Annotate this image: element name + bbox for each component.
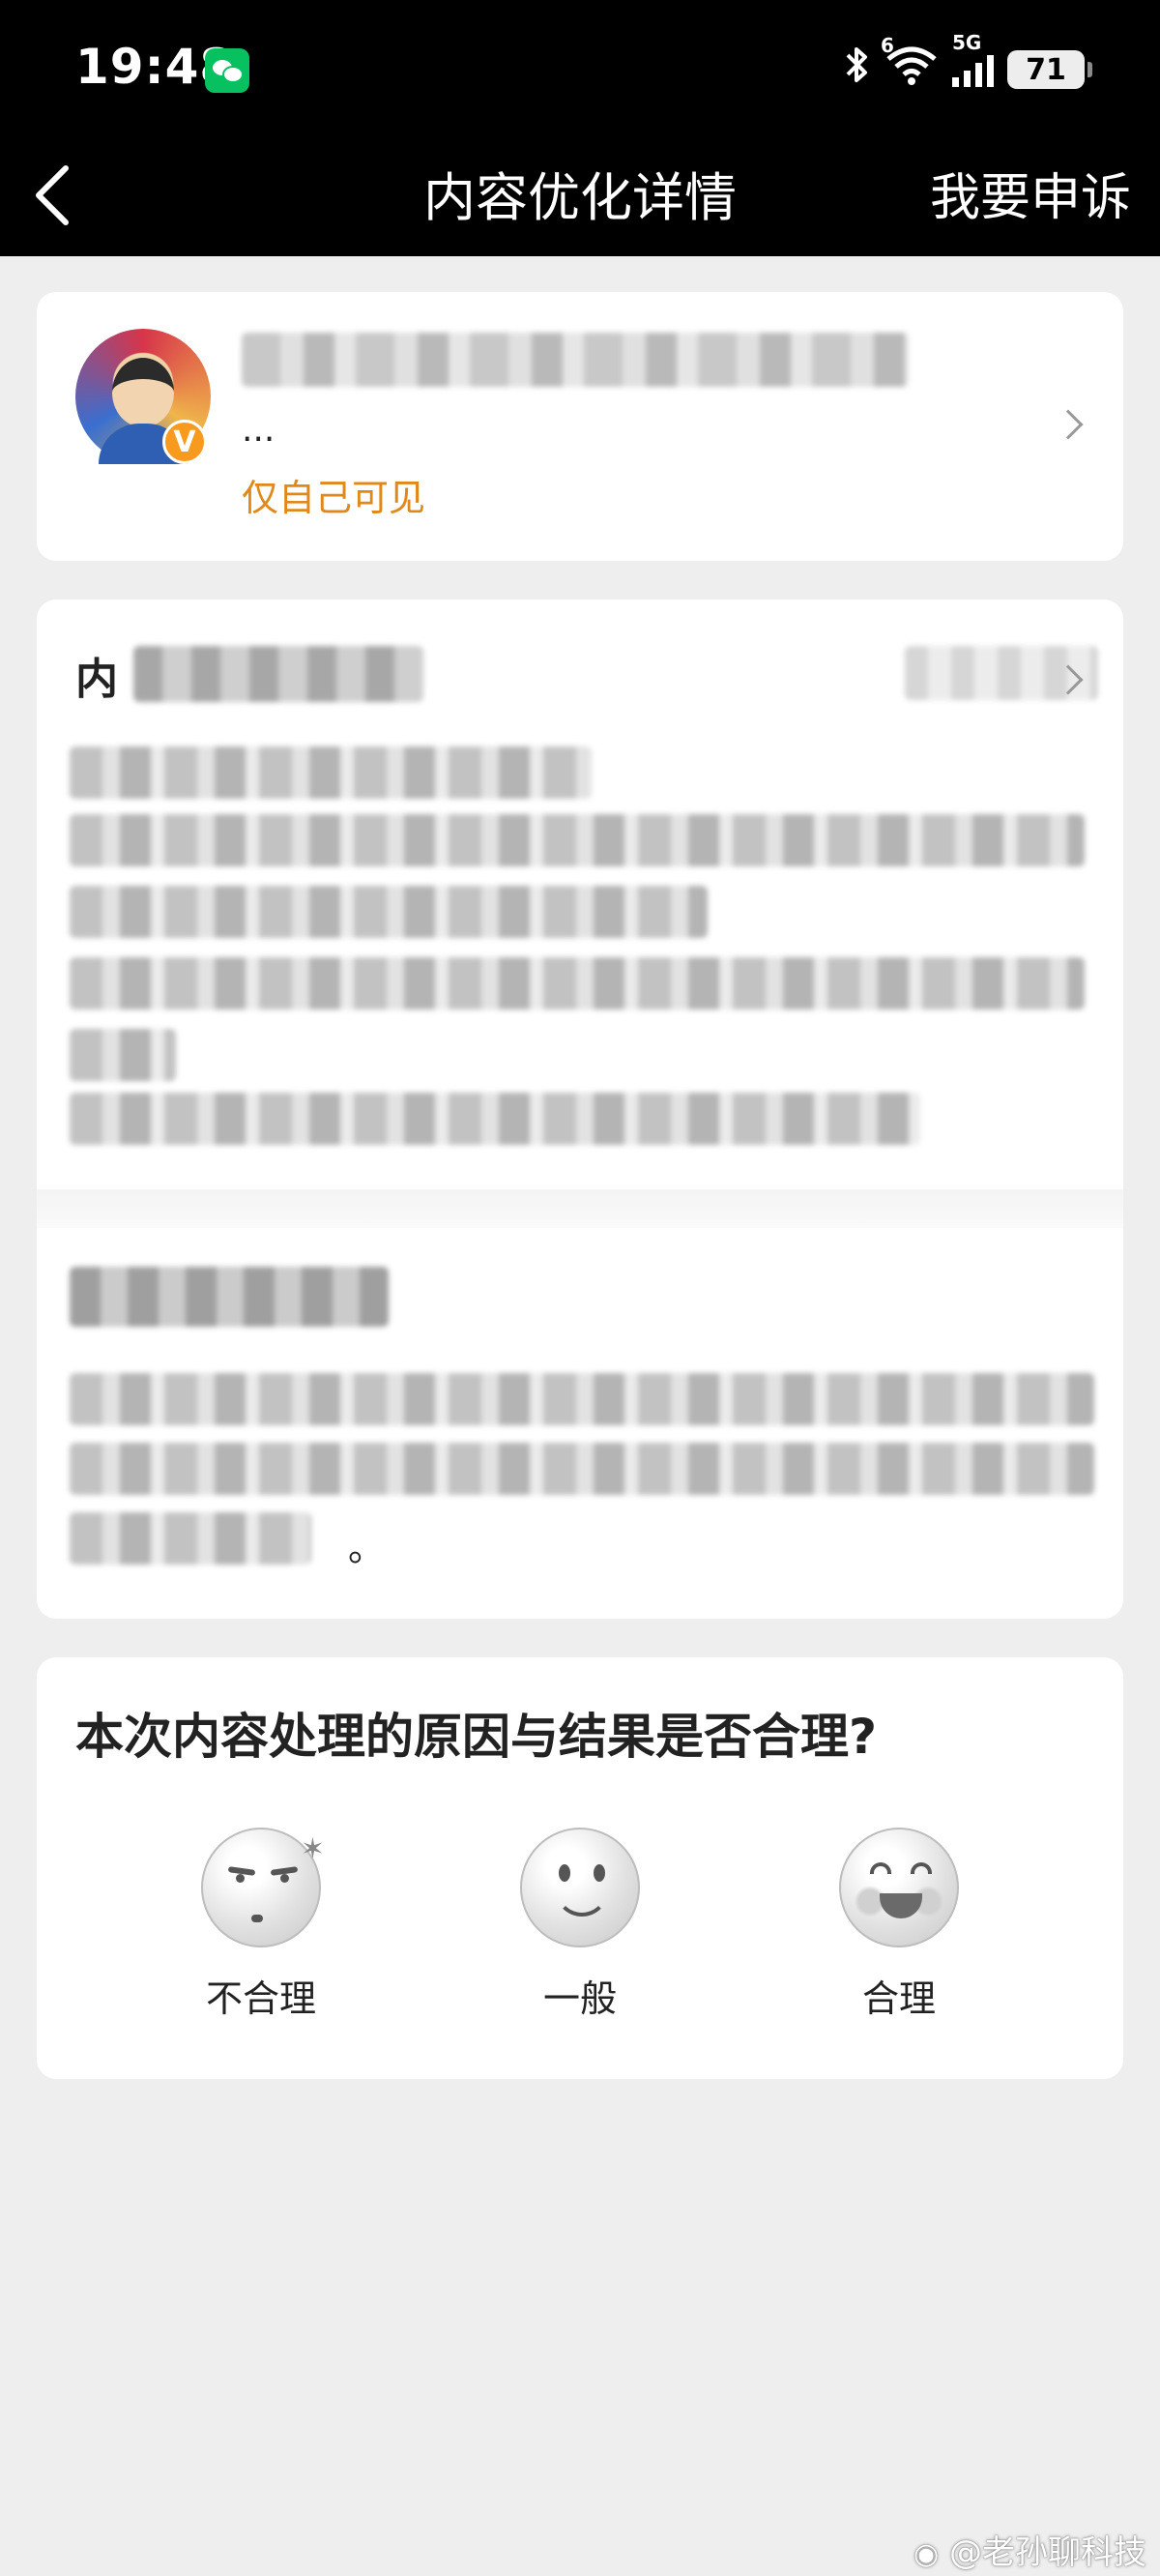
verified-badge-icon: V <box>162 420 207 464</box>
angry-face-icon: ✶ <box>201 1828 325 1947</box>
post-card[interactable]: V ... 仅自己可见 <box>37 292 1123 561</box>
battery-indicator: 71 <box>1007 50 1092 89</box>
detail-line-redacted <box>70 1093 920 1145</box>
avatar-face <box>112 358 174 427</box>
happy-face-icon <box>839 1828 959 1947</box>
detail-line-redacted <box>70 886 708 938</box>
detail-heading-redacted <box>133 646 423 702</box>
detail-card: 内 。 <box>37 600 1123 1619</box>
detail-line-redacted <box>70 957 1085 1010</box>
detail-line-redacted <box>70 1373 1094 1425</box>
wifi-icon: 6 <box>881 34 939 96</box>
detail-line-redacted <box>70 1512 311 1565</box>
rating-option-label: 不合理 <box>205 1977 316 2020</box>
detail-heading: 内 <box>75 655 118 704</box>
nav-bar: 内容优化详情 我要申诉 <box>0 140 1160 256</box>
visibility-status: 仅自己可见 <box>242 477 426 519</box>
section-divider <box>37 1189 1123 1228</box>
signal-bars <box>952 52 994 87</box>
detail-tail-text: 。 <box>348 1527 386 1569</box>
wifi-generation-label: 6 <box>881 34 894 57</box>
appeal-button[interactable]: 我要申诉 <box>930 140 1131 256</box>
watermark: ◉ @老孙聊科技 <box>914 2526 1146 2573</box>
rating-option-average[interactable]: 一般 <box>483 1828 677 2022</box>
detail-line-redacted <box>70 814 1085 866</box>
status-bar: 19:48 6 5G 71 <box>0 0 1160 140</box>
status-icons: 6 5G 71 <box>842 31 1092 97</box>
rating-option-unreasonable[interactable]: ✶ 不合理 <box>164 1828 358 2022</box>
rating-card: 本次内容处理的原因与结果是否合理? ✶ 不合理 一般 合理 <box>37 1657 1123 2079</box>
weibo-icon: ◉ <box>914 2537 940 2571</box>
detail-line-redacted <box>70 1029 176 1081</box>
watermark-text: @老孙聊科技 <box>949 2533 1146 2572</box>
network-type-label: 5G <box>952 31 982 54</box>
rating-option-reasonable[interactable]: 合理 <box>802 1828 996 2022</box>
rating-question: 本次内容处理的原因与结果是否合理? <box>75 1709 878 1765</box>
post-text-redacted <box>242 333 909 387</box>
rating-option-label: 一般 <box>542 1977 617 2020</box>
bluetooth-icon <box>842 44 871 96</box>
rating-option-label: 合理 <box>861 1977 936 2020</box>
cellular-signal-icon: 5G <box>952 31 994 87</box>
neutral-face-icon <box>520 1828 640 1947</box>
chevron-right-icon <box>1053 409 1084 440</box>
post-ellipsis: ... <box>242 410 276 450</box>
detail-line-redacted <box>70 1443 1094 1495</box>
detail-line-redacted <box>70 746 592 799</box>
wechat-icon <box>205 48 249 93</box>
detail-subheading-redacted <box>70 1267 389 1327</box>
